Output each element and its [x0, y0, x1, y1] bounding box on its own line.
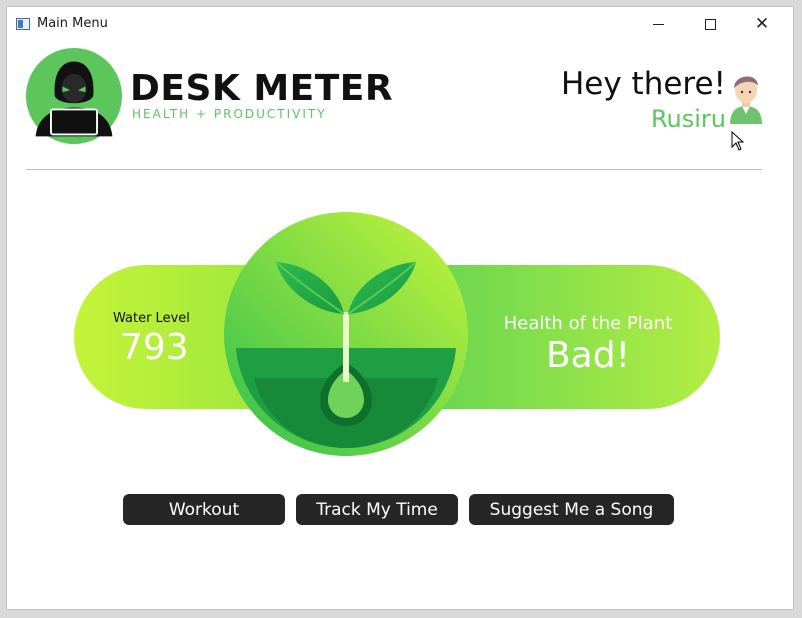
- plant-sprout-icon: [224, 212, 468, 456]
- user-name: Rusiru: [650, 105, 726, 133]
- mouse-cursor-icon: [731, 131, 745, 151]
- hacker-logo-icon: [26, 48, 122, 144]
- minimize-button[interactable]: [635, 7, 681, 41]
- minimize-icon: [652, 23, 664, 25]
- plant-health-value: Bad!: [545, 335, 631, 376]
- workout-button[interactable]: Workout: [123, 494, 285, 525]
- maximize-button[interactable]: [687, 7, 733, 41]
- suggest-song-button[interactable]: Suggest Me a Song: [469, 494, 674, 525]
- close-button[interactable]: ✕: [739, 7, 785, 41]
- track-my-time-button[interactable]: Track My Time: [296, 494, 458, 525]
- header-divider: [26, 169, 762, 170]
- close-icon: ✕: [754, 13, 770, 34]
- brand-tagline: HEALTH + PRODUCTIVITY: [132, 107, 327, 121]
- user-avatar-icon[interactable]: [724, 66, 768, 124]
- water-level-value: 793: [120, 327, 189, 368]
- maximize-icon: [704, 18, 716, 30]
- brand-name: DESK METER: [130, 68, 394, 109]
- title-bar[interactable]: Main Menu ✕: [7, 7, 793, 41]
- plant-health-label: Health of the Plant: [503, 313, 673, 334]
- app-window-icon: [16, 18, 30, 30]
- water-level-label: Water Level: [113, 311, 190, 326]
- window-title: Main Menu: [37, 16, 108, 31]
- greeting-text: Hey there!: [560, 66, 726, 102]
